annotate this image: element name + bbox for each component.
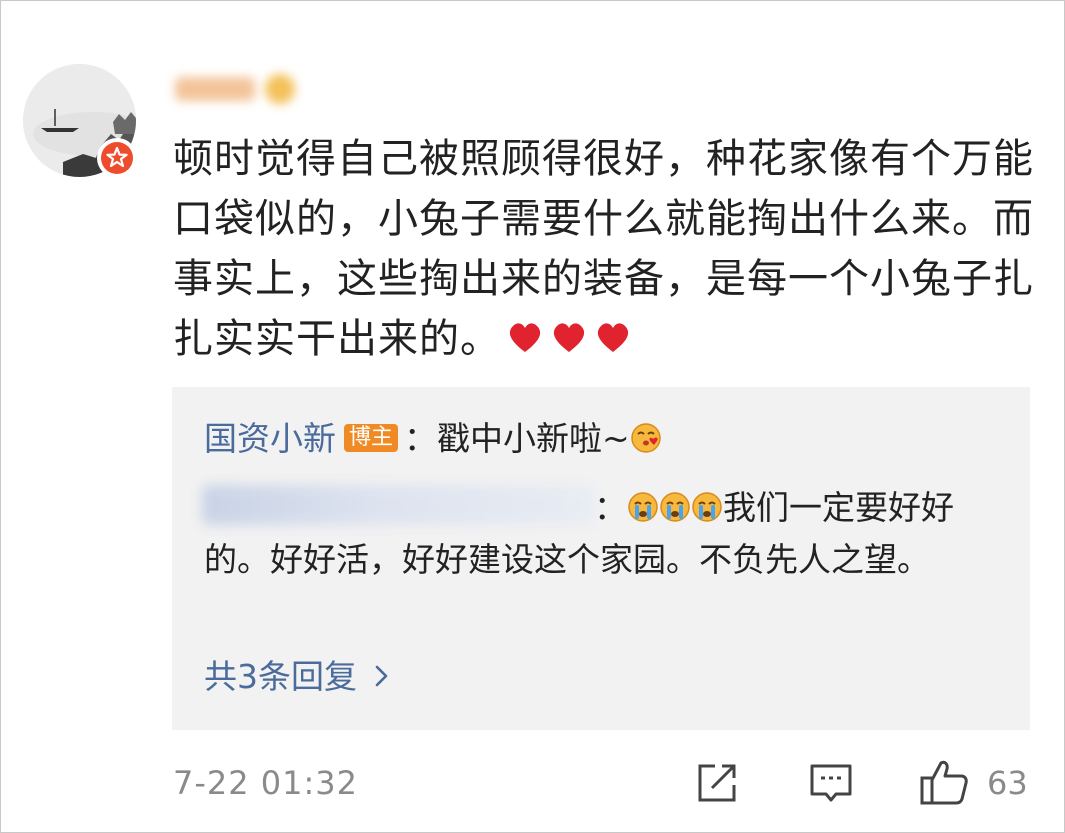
comment-button[interactable] (809, 761, 853, 809)
like-icon (920, 760, 968, 805)
share-button[interactable] (695, 761, 739, 809)
reply-separator: ： (594, 488, 627, 527)
username-redacted[interactable] (169, 71, 305, 107)
heart-emoji-group (501, 316, 633, 362)
crying-face-icon (660, 491, 690, 522)
reply-preview[interactable]: 国资小新 博主 ：戳中小新啦~ ：我们一定要好好的。好好活，好好建设这个家园。不负先… (172, 387, 1030, 730)
heart-icon (509, 323, 541, 352)
timestamp: 7-22 01:32 (173, 764, 359, 802)
kiss-face-icon (630, 422, 661, 453)
more-replies-label: 共3条回复 (204, 657, 357, 696)
blogger-reply-text: 戳中小新啦~ (437, 419, 630, 458)
share-icon (698, 764, 736, 802)
blogger-name[interactable]: 国资小新 (204, 419, 336, 458)
more-replies-link[interactable]: 共3条回复 (204, 655, 389, 699)
heart-icon (553, 323, 585, 352)
second-reply: ：我们一定要好好的。好好活，好好建设这个家园。不负先人之望。 (204, 482, 1014, 586)
reply-separator: ： (404, 419, 438, 458)
blogger-reply: 国资小新 博主 ：戳中小新啦~ (204, 417, 662, 461)
chevron-right-icon (375, 655, 389, 699)
verified-icon (106, 146, 128, 168)
verified-badge (97, 138, 137, 178)
crying-face-icon (628, 491, 658, 522)
comment-card: 顿时觉得自己被照顾得很好，种花家像有个万能口袋似的，小兔子需要什么就能掏出什么来… (0, 0, 1065, 833)
comment-icon (810, 764, 852, 802)
like-button[interactable] (919, 758, 969, 810)
blogger-badge: 博主 (344, 423, 399, 452)
second-reply-text: 我们一定要好好的。好好活，好好建设这个家园。不负先人之望。 (204, 488, 954, 579)
crying-face-icon (692, 491, 722, 522)
heart-icon (597, 323, 629, 352)
comment-body: 顿时觉得自己被照顾得很好，种花家像有个万能口袋似的，小兔子需要什么就能掏出什么来… (173, 129, 1043, 369)
like-count: 63 (987, 764, 1028, 802)
